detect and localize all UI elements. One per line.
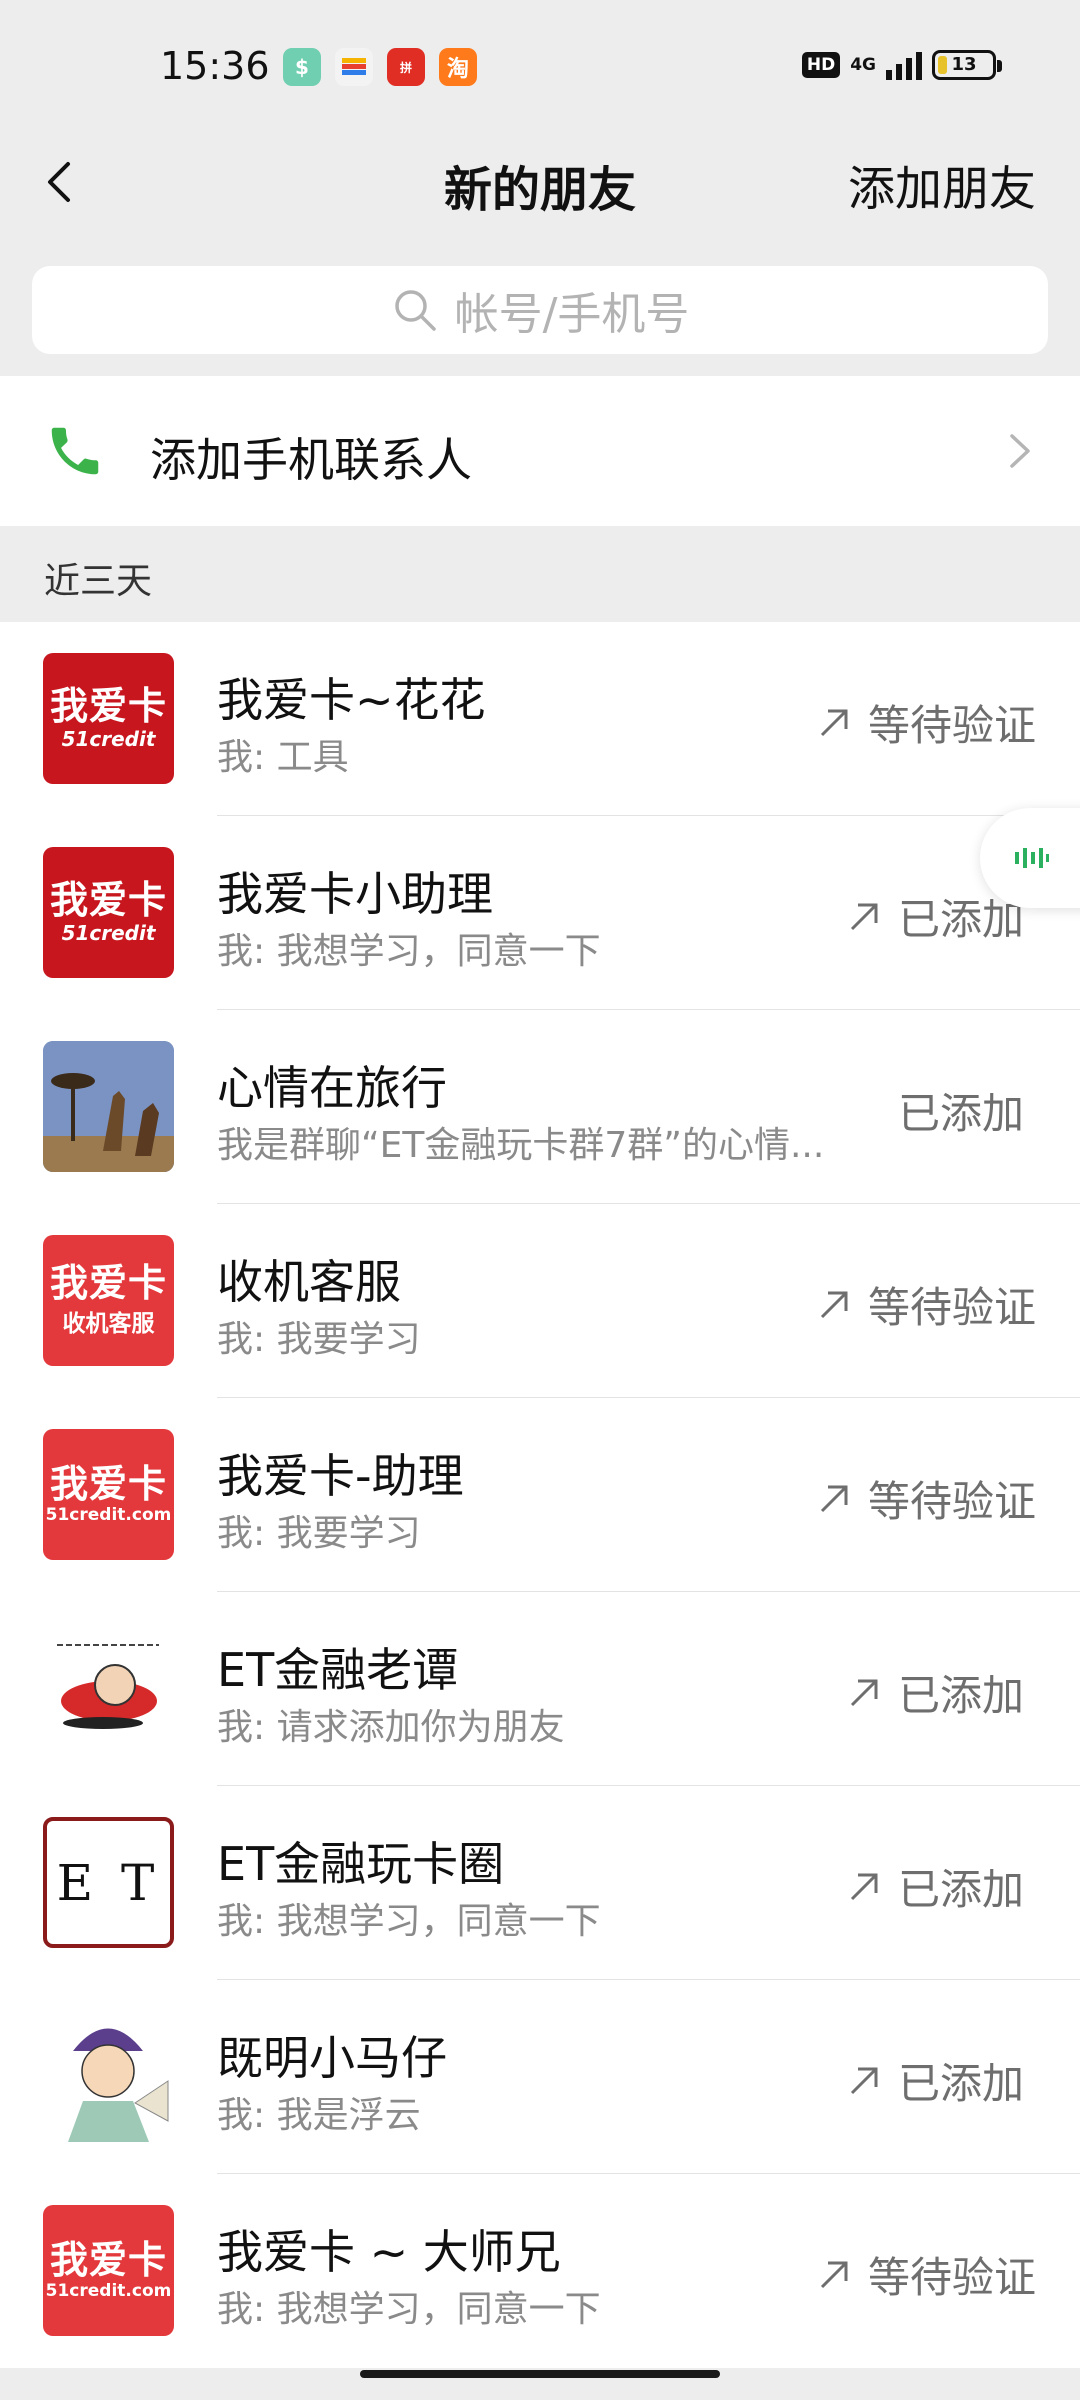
- phone-icon: [44, 420, 106, 482]
- status-label: 已添加: [844, 1856, 1024, 1917]
- search-input[interactable]: 帐号/手机号: [32, 266, 1048, 354]
- list-item[interactable]: 我爱卡 51credit 我爱卡~花花 我: 工具 等待验证: [0, 622, 1080, 816]
- avatar: 我爱卡 51credit: [43, 847, 174, 978]
- avatar: 我爱卡 收机客服: [43, 1235, 174, 1366]
- avatar: [43, 1041, 174, 1172]
- list-item[interactable]: 既明小马仔 我: 我是浮云 已添加: [0, 1980, 1080, 2174]
- status-label: 已添加: [844, 1662, 1024, 1723]
- friend-message: 我: 我是浮云: [217, 2095, 421, 2136]
- signal-icon: [886, 50, 922, 80]
- battery-icon: 13: [932, 50, 1002, 80]
- pinduoduo-icon: 拼: [387, 48, 425, 86]
- friend-message: 我: 工具: [217, 737, 349, 778]
- friend-name: 我爱卡 ~ 大师兄: [217, 2225, 561, 2279]
- friend-name: 我爱卡小助理: [217, 867, 493, 921]
- friend-request-list: 我爱卡 51credit 我爱卡~花花 我: 工具 等待验证 我爱卡 51cre…: [0, 622, 1080, 2368]
- chevron-right-icon: [1000, 428, 1040, 474]
- status-label: 已添加: [844, 2050, 1024, 2111]
- avatar: E T: [43, 1817, 174, 1948]
- status-time: 15:36: [160, 44, 270, 88]
- status-indicators: HD 4G 13: [801, 50, 1002, 80]
- friend-message: 我是群聊“ET金融玩卡群7群”的心情...: [217, 1125, 825, 1166]
- friend-message: 我: 我想学习，同意一下: [217, 2289, 601, 2330]
- friend-message: 我: 我想学习，同意一下: [217, 1901, 601, 1942]
- friend-name: 收机客服: [217, 1255, 401, 1309]
- status-label: 等待验证: [814, 692, 1036, 753]
- list-item[interactable]: 我爱卡 51credit.com 我爱卡 ~ 大师兄 我: 我想学习，同意一下 …: [0, 2174, 1080, 2368]
- add-friend-button[interactable]: 添加朋友: [848, 150, 1036, 219]
- network-type: 4G: [850, 54, 876, 75]
- list-item[interactable]: 我爱卡 收机客服 收机客服 我: 我要学习 等待验证: [0, 1204, 1080, 1398]
- taobao-icon: 淘: [439, 48, 477, 86]
- arrow-up-right-icon: [850, 903, 878, 930]
- status-bar: 15:36 $ 拼 淘 HD 4G 13: [0, 0, 1080, 130]
- home-indicator[interactable]: [360, 2370, 720, 2378]
- wallet-app-icon: [335, 48, 373, 86]
- friend-name: 既明小马仔: [217, 2031, 447, 2085]
- friend-name: ET金融玩卡圈: [217, 1837, 505, 1891]
- avatar: 我爱卡 51credit.com: [43, 1429, 174, 1560]
- arrow-up-right-icon: [850, 1679, 878, 1706]
- avatar: 我爱卡 51credit: [43, 653, 174, 784]
- search-placeholder: 帐号/手机号: [454, 289, 690, 340]
- arrow-up-right-icon: [820, 2261, 848, 2288]
- friend-name: 我爱卡~花花: [217, 673, 486, 727]
- avatar: [43, 1623, 174, 1754]
- list-item[interactable]: 我爱卡 51credit.com 我爱卡-助理 我: 我要学习 等待验证: [0, 1398, 1080, 1592]
- arrow-up-right-icon: [850, 2067, 878, 2094]
- friend-name: 心情在旅行: [217, 1061, 447, 1115]
- friend-message: 我: 我想学习，同意一下: [217, 931, 601, 972]
- finance-app-icon: $: [283, 48, 321, 86]
- friend-message: 我: 我要学习: [217, 1513, 421, 1554]
- audio-wave-icon: [1015, 848, 1049, 868]
- add-phone-contacts-row[interactable]: 添加手机联系人: [0, 376, 1080, 526]
- section-header: 近三天: [44, 561, 153, 602]
- hd-badge: HD: [801, 52, 841, 78]
- status-label: 已添加: [897, 1089, 1024, 1138]
- floating-voice-button[interactable]: [980, 808, 1080, 908]
- list-item[interactable]: 心情在旅行 我是群聊“ET金融玩卡群7群”的心情... 已添加: [0, 1010, 1080, 1204]
- battery-level: 13: [951, 54, 977, 75]
- status-app-icons: $ 拼 淘: [283, 48, 477, 86]
- avatar: [43, 2011, 174, 2142]
- friend-message: 我: 我要学习: [217, 1319, 421, 1360]
- search-icon: [394, 290, 436, 331]
- add-phone-contacts-label: 添加手机联系人: [150, 433, 472, 487]
- friend-name: 我爱卡-助理: [217, 1449, 464, 1503]
- arrow-up-right-icon: [820, 1485, 848, 1512]
- friend-name: ET金融老谭: [217, 1643, 459, 1697]
- avatar: 我爱卡 51credit.com: [43, 2205, 174, 2336]
- arrow-up-right-icon: [820, 1291, 848, 1318]
- status-label: 等待验证: [814, 1274, 1036, 1335]
- friend-message: 我: 请求添加你为朋友: [217, 1707, 565, 1748]
- nav-bar: 新的朋友 添加朋友: [0, 130, 1080, 235]
- list-item[interactable]: E T ET金融玩卡圈 我: 我想学习，同意一下 已添加: [0, 1786, 1080, 1980]
- status-label: 等待验证: [814, 2244, 1036, 2305]
- status-label: 等待验证: [814, 1468, 1036, 1529]
- list-item[interactable]: 我爱卡 51credit 我爱卡小助理 我: 我想学习，同意一下 已添加: [0, 816, 1080, 1010]
- arrow-up-right-icon: [820, 709, 848, 736]
- arrow-up-right-icon: [850, 1873, 878, 1900]
- list-item[interactable]: ET金融老谭 我: 请求添加你为朋友 已添加: [0, 1592, 1080, 1786]
